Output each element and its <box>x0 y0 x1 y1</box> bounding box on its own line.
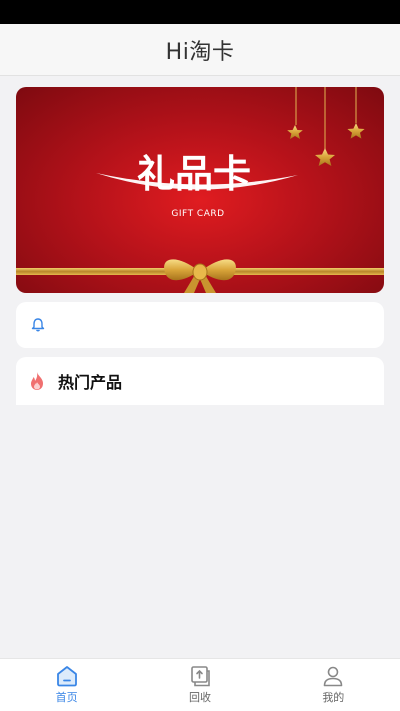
star-icon <box>287 125 303 139</box>
star-icon <box>347 123 365 139</box>
user-icon <box>324 666 343 687</box>
bow-knot <box>192 263 208 281</box>
banner-subtitle: GIFT CARD <box>171 209 224 219</box>
tab-recycle-label: 回收 <box>188 691 211 704</box>
hot-products-section: 热门产品 <box>16 357 384 405</box>
banner-artwork: 礼品卡 GIFT CARD <box>16 87 384 293</box>
hot-products-title: 热门产品 <box>58 373 123 392</box>
flame-icon <box>31 372 43 390</box>
tab-home[interactable]: 首页 <box>0 659 133 711</box>
banner-title: 礼品卡 <box>137 152 251 196</box>
bell-icon <box>31 318 45 332</box>
app-header: Hi淘卡 <box>0 24 400 76</box>
notice-bar[interactable] <box>16 302 384 348</box>
recycle-icon <box>191 666 210 687</box>
tab-home-label: 首页 <box>55 691 78 704</box>
tab-recycle[interactable]: 回收 <box>133 659 266 711</box>
page-title: Hi淘卡 <box>165 39 235 65</box>
status-bar <box>0 0 400 24</box>
star-icon <box>315 148 335 166</box>
gift-card-banner[interactable]: 礼品卡 GIFT CARD <box>16 87 384 293</box>
tab-mine[interactable]: 我的 <box>267 659 400 711</box>
home-icon <box>56 666 77 687</box>
tab-mine-label: 我的 <box>322 691 345 704</box>
bottom-tab-bar: 首页 回收 我的 <box>0 658 400 711</box>
